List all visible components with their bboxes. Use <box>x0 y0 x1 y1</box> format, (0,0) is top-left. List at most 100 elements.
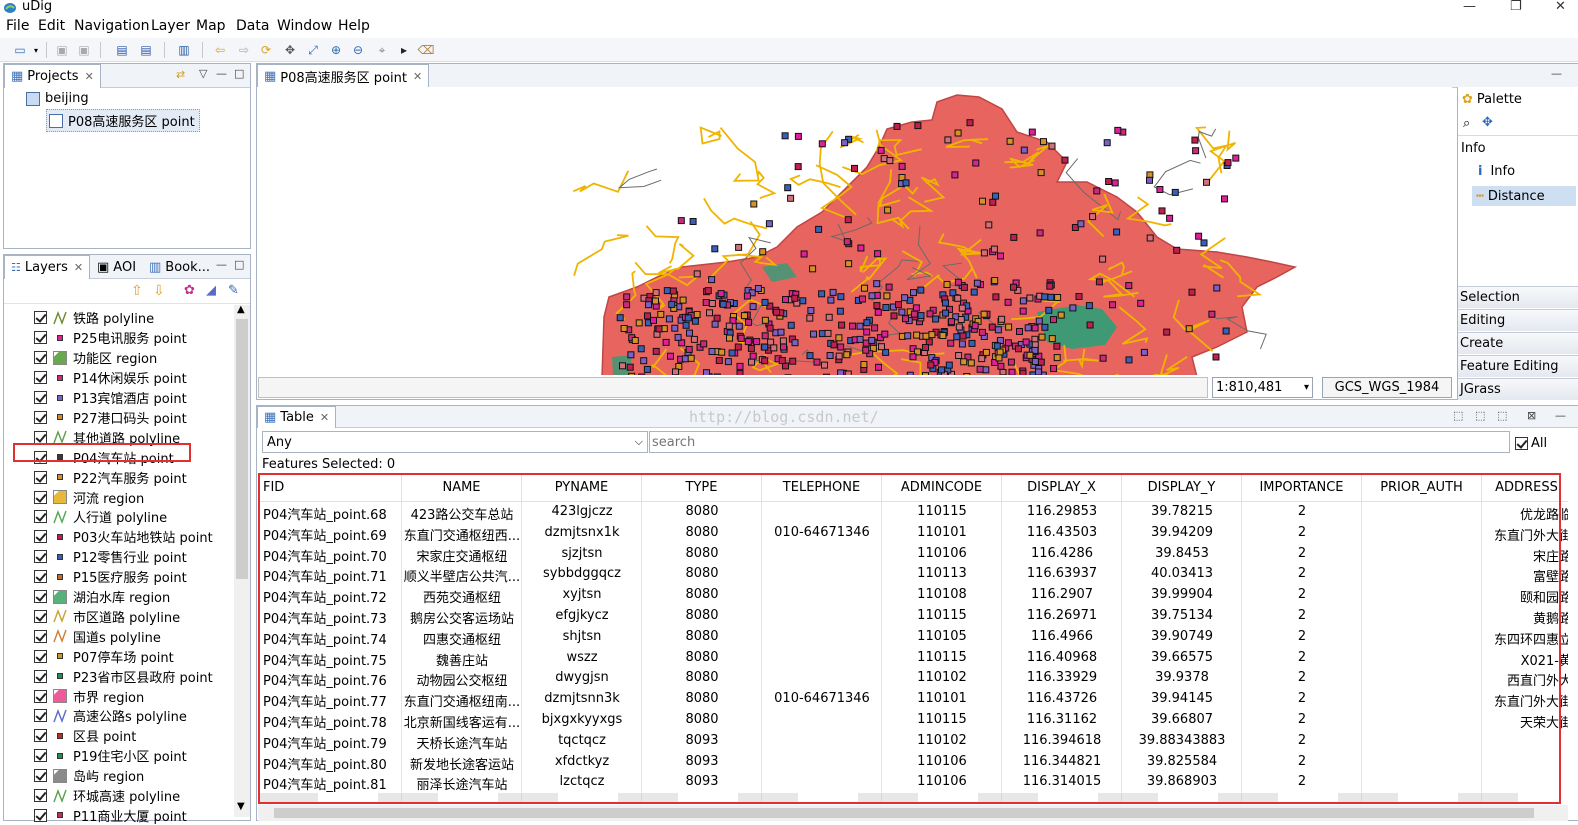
open-map-icon[interactable]: ▤ <box>114 42 130 58</box>
close-icon[interactable]: ✕ <box>1555 0 1566 14</box>
table-row[interactable]: P04汽车站_point.70宋家庄交通枢纽sjzjtsn80801101061… <box>258 544 1568 565</box>
layer-visibility-checkbox[interactable] <box>34 311 47 324</box>
scrollbar-thumb[interactable] <box>236 319 248 579</box>
style-icon[interactable]: ✿ <box>184 283 195 298</box>
layer-item[interactable]: 河流 region <box>34 487 144 507</box>
column-header[interactable]: IMPORTANCE <box>1242 474 1362 502</box>
save-all-icon[interactable]: ▣ <box>76 42 92 58</box>
layer-item[interactable]: P07停车场 point <box>34 646 174 666</box>
beijing-map[interactable] <box>257 87 1452 375</box>
eraser-icon[interactable]: ⌫ <box>418 42 434 58</box>
menu-help[interactable]: Help <box>338 18 370 34</box>
column-header[interactable]: ADDRESS <box>1482 474 1568 502</box>
minimize-view-icon[interactable]: — <box>216 258 227 271</box>
layer-item[interactable]: P23省市区县政府 point <box>34 666 213 686</box>
layer-visibility-checkbox[interactable] <box>34 451 47 464</box>
table-row[interactable]: P04汽车站_point.78北京新国线客运有...bjxgxkyyxgs808… <box>258 710 1568 731</box>
layer-visibility-checkbox[interactable] <box>34 690 47 703</box>
search-icon[interactable]: ⌕ <box>1463 116 1470 131</box>
view-menu-icon[interactable]: ▽ <box>199 67 207 80</box>
crs-button[interactable]: GCS_WGS_1984 <box>1322 377 1452 398</box>
close-icon[interactable]: ✕ <box>413 70 422 83</box>
table-hscrollbar[interactable] <box>258 805 1568 821</box>
layer-visibility-checkbox[interactable] <box>34 630 47 643</box>
minimize-view-icon[interactable]: — <box>1555 409 1566 422</box>
map-properties-icon[interactable]: ▤ <box>138 42 154 58</box>
hscroll-thumb[interactable] <box>274 808 1534 818</box>
column-header[interactable]: PRIOR_AUTH <box>1362 474 1482 502</box>
menu-file[interactable]: File <box>6 18 29 34</box>
table-row[interactable]: P04汽车站_point.71顺义半壁店公共汽...sybbdggqcz8080… <box>258 564 1568 585</box>
layer-item[interactable]: 湖泊水库 region <box>34 587 170 607</box>
zoom-in-icon[interactable]: ⊕ <box>328 42 344 58</box>
column-header[interactable]: TELEPHONE <box>762 474 882 502</box>
column-header[interactable]: DISPLAY_Y <box>1122 474 1242 502</box>
tool-info[interactable]: i Info <box>1478 164 1515 179</box>
palette-section-selection[interactable]: Selection <box>1458 286 1578 308</box>
layer-visibility-checkbox[interactable] <box>34 809 47 822</box>
layer-item[interactable]: 其他道路 polyline <box>34 427 180 447</box>
column-header[interactable]: DISPLAY_X <box>1002 474 1122 502</box>
table-row[interactable]: P04汽车站_point.75魏善庄站wszz8080110115116.409… <box>258 648 1568 669</box>
layer-visibility-checkbox[interactable] <box>34 570 47 583</box>
menu-data[interactable]: Data <box>236 18 269 34</box>
tab-table[interactable]: ▦ Table ✕ <box>257 406 336 428</box>
palette-section-editing[interactable]: Editing <box>1458 309 1578 331</box>
layer-visibility-checkbox[interactable] <box>34 729 47 742</box>
layer-item[interactable]: P14休闲娱乐 point <box>34 368 187 388</box>
column-header[interactable]: ADMINCODE <box>882 474 1002 502</box>
menu-navigation[interactable]: Navigation <box>74 18 150 34</box>
refresh-icon[interactable]: ⟳ <box>258 42 274 58</box>
zoom-out-icon[interactable]: ⊖ <box>350 42 366 58</box>
layer-item[interactable]: P04汽车站 point <box>34 447 174 467</box>
table-row[interactable]: P04汽车站_point.74四惠交通枢纽shjtsn8080110105116… <box>258 627 1568 648</box>
tool-distance[interactable]: ┅ Distance <box>1472 186 1576 206</box>
column-header[interactable]: FID <box>258 474 402 502</box>
move-down-icon[interactable]: ⇩ <box>153 283 165 299</box>
layer-item[interactable]: 市区道路 polyline <box>34 607 180 627</box>
layer-visibility-checkbox[interactable] <box>34 610 47 623</box>
palette-group-info[interactable]: Info <box>1461 141 1486 156</box>
layer-visibility-checkbox[interactable] <box>34 371 47 384</box>
scale-combo[interactable]: 1:810,481 ▾ <box>1212 377 1313 398</box>
export-icon[interactable]: ⬚ <box>1497 409 1507 422</box>
layer-visibility-checkbox[interactable] <box>34 431 47 444</box>
close-icon[interactable]: ✕ <box>74 261 83 274</box>
tab-bookmarks[interactable]: ▥ Book... <box>143 255 216 279</box>
layer-item[interactable]: P13宾馆酒店 point <box>34 388 187 408</box>
layer-visibility-checkbox[interactable] <box>34 510 47 523</box>
layer-item[interactable]: P25电讯服务 point <box>34 328 187 348</box>
layer-visibility-checkbox[interactable] <box>34 351 47 364</box>
layer-item[interactable]: P15医疗服务 point <box>34 567 187 587</box>
layer-visibility-checkbox[interactable] <box>34 331 47 344</box>
all-checkbox-box[interactable] <box>1515 437 1528 450</box>
tab-layers[interactable]: ☷ Layers ✕ <box>4 255 90 279</box>
maximize-view-icon[interactable]: □ <box>234 258 244 271</box>
layer-visibility-checkbox[interactable] <box>34 471 47 484</box>
pan-icon[interactable]: ✥ <box>282 42 298 58</box>
run-icon[interactable]: ▸ <box>396 42 412 58</box>
layers-scrollbar[interactable]: ▲ ▼ <box>234 305 250 817</box>
minimize-view-icon[interactable]: — <box>216 67 227 80</box>
column-header[interactable]: PYNAME <box>522 474 642 502</box>
tree-map-item[interactable]: P08高速服务区 point <box>46 109 200 132</box>
layer-visibility-checkbox[interactable] <box>34 789 47 802</box>
close-icon[interactable]: ✕ <box>320 411 329 424</box>
menu-layer[interactable]: Layer <box>151 18 190 34</box>
table-row[interactable]: P04汽车站_point.79天桥长途汽车站tqctqcz80931101021… <box>258 731 1568 752</box>
minimize-view-icon[interactable]: — <box>1551 67 1562 80</box>
tab-map-editor[interactable]: ▦ P08高速服务区 point ✕ <box>257 64 429 88</box>
layer-item[interactable]: P11商业大厦 point <box>34 806 187 825</box>
table-row[interactable]: P04汽车站_point.80新发地长途客运站xfdctkyz809311010… <box>258 752 1568 773</box>
layer-item[interactable]: 市界 region <box>34 686 144 706</box>
forward-icon[interactable]: ⇨ <box>236 42 252 58</box>
tree-project-beijing[interactable]: beijing <box>26 91 89 106</box>
attribute-table[interactable]: FIDNAMEPYNAMETYPETELEPHONEADMINCODEDISPL… <box>258 474 1568 804</box>
layer-item[interactable]: P03火车站地铁站 point <box>34 527 213 547</box>
all-checkbox[interactable]: All <box>1515 436 1547 451</box>
scroll-up-icon[interactable]: ▲ <box>237 304 245 315</box>
layer-visibility-checkbox[interactable] <box>34 530 47 543</box>
palette-section-feature-editing[interactable]: Feature Editing <box>1458 355 1578 377</box>
palette-section-create[interactable]: Create <box>1458 332 1578 354</box>
menu-map[interactable]: Map <box>196 18 226 34</box>
